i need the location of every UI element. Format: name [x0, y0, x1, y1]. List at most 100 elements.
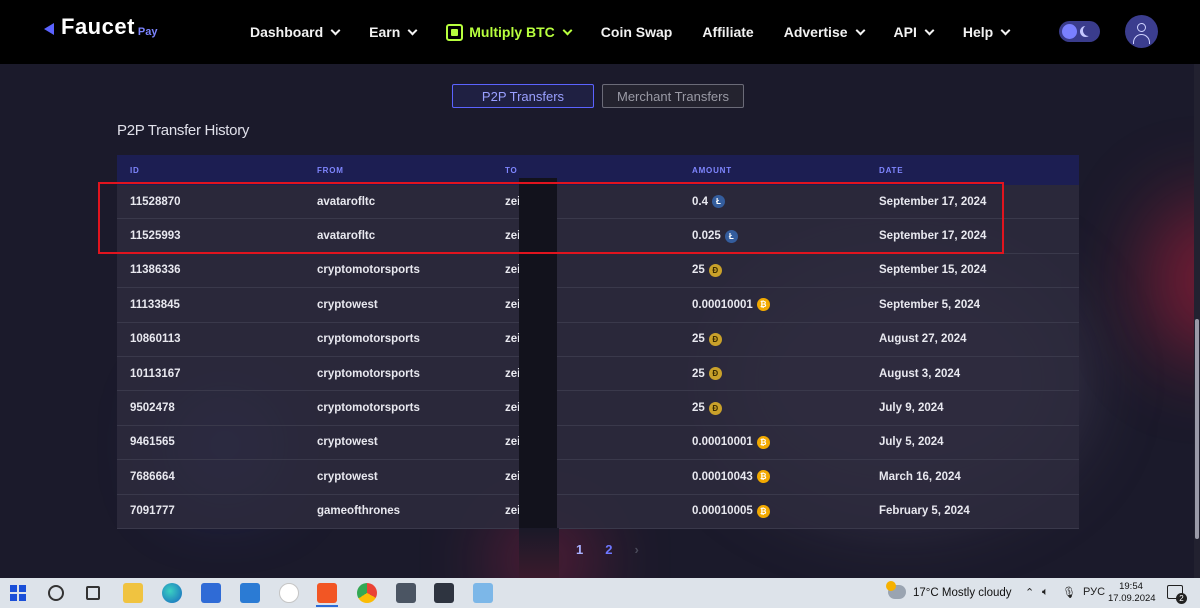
btc-coin-icon: ₿ — [756, 470, 770, 484]
col-header-to: TO — [505, 165, 518, 175]
page-1-link[interactable]: 1 — [576, 542, 583, 557]
nav-label: Multiply BTC — [469, 24, 555, 40]
mail-icon[interactable] — [240, 583, 260, 603]
cell-date: September 15, 2024 — [879, 264, 987, 277]
cell-id: 11133845 — [130, 298, 180, 311]
table-row: 11133845 cryptowest zei 0.00010001 ₿ Septembe… — [117, 288, 1079, 323]
clock-date: 17.09.2024 — [1108, 593, 1156, 604]
cell-id: 9461565 — [130, 436, 175, 449]
cell-id: 9502478 — [130, 402, 175, 415]
windows-taskbar: 17°C Mostly cloudy ⌃ 🔈︎ 🎙︎ РУС 19:54 17.… — [0, 578, 1200, 608]
cell-amount: 25 Ð — [679, 401, 866, 415]
chevron-up-icon[interactable]: ⌃ — [1025, 586, 1034, 599]
notepad-icon[interactable] — [473, 583, 493, 603]
store-icon[interactable] — [201, 583, 221, 603]
terminal-icon[interactable] — [434, 583, 454, 603]
table-row: 9502478 cryptomotorsports zei 25 Ð July 9, 20… — [117, 391, 1079, 426]
cell-date: September 17, 2024 — [879, 195, 987, 208]
nav-label: Help — [962, 24, 994, 40]
cell-id: 11386336 — [130, 264, 181, 277]
nav-item-earn[interactable]: Earn — [369, 24, 418, 40]
top-navbar: Faucet Pay Dashboard Earn Multiply BTC Coin… — [0, 0, 1200, 64]
nav-label: Earn — [369, 24, 401, 40]
user-avatar[interactable] — [1125, 15, 1158, 48]
tab-p2p-transfers[interactable]: P2P Transfers — [452, 84, 594, 108]
doge-coin-icon: Ð — [708, 332, 722, 346]
nav-item-multiply-btc[interactable]: Multiply BTC — [446, 23, 573, 41]
nav-item-advertise[interactable]: Advertise — [784, 24, 865, 40]
doge-coin-icon: Ð — [708, 263, 722, 277]
chevron-down-icon — [407, 25, 418, 35]
cell-date: August 3, 2024 — [879, 367, 961, 380]
amount-value: 0.025 — [692, 230, 721, 243]
weather-text[interactable]: 17°C Mostly cloudy — [913, 587, 1012, 599]
col-header-id: ID — [130, 165, 140, 175]
logo-mark-icon — [44, 20, 58, 38]
nav-item-help[interactable]: Help — [962, 24, 1011, 40]
task-view-icon[interactable] — [86, 586, 100, 600]
ltc-coin-icon: Ł — [724, 229, 738, 243]
cell-id: 10113167 — [130, 367, 181, 380]
table-row: 7686664 cryptowest zei 0.00010043 ₿ March 16,… — [117, 460, 1079, 495]
microphone-icon[interactable]: 🎙︎ — [1062, 586, 1076, 599]
nav-item-coin-swap[interactable]: Coin Swap — [601, 24, 673, 40]
table-body: 11528870 avatarofltc zei 0.4 Ł September 17, … — [117, 185, 1079, 529]
cell-id: 11528870 — [130, 195, 181, 208]
cell-id: 11525993 — [130, 230, 181, 243]
weather-icon[interactable] — [886, 581, 906, 599]
btc-coin-icon: ₿ — [756, 435, 770, 449]
nav-item-dashboard[interactable]: Dashboard — [250, 24, 341, 40]
cell-from: cryptowest — [317, 436, 378, 449]
cell-from: gameofthrones — [317, 505, 401, 518]
page-2-link[interactable]: 2 — [605, 542, 612, 557]
nav-label: Coin Swap — [600, 24, 673, 40]
amount-value: 25 — [692, 402, 705, 415]
windows-start-icon[interactable] — [10, 585, 26, 601]
tab-merchant-transfers[interactable]: Merchant Transfers — [602, 84, 744, 108]
amount-value: 25 — [692, 264, 705, 277]
page-scrollbar[interactable] — [1194, 64, 1200, 578]
language-indicator[interactable]: РУС — [1083, 586, 1105, 598]
cell-from: cryptowest — [317, 298, 378, 311]
theme-toggle[interactable] — [1059, 21, 1100, 42]
search-icon[interactable] — [48, 585, 64, 601]
table-row: 10860113 cryptomotorsports zei 25 Ð August 27… — [117, 322, 1079, 357]
redaction-bar-bottom — [519, 528, 559, 578]
cell-date: September 5, 2024 — [879, 298, 981, 311]
col-header-date: DATE — [879, 165, 904, 175]
yandex-browser-icon[interactable] — [279, 583, 299, 603]
scroll-thumb[interactable] — [1195, 319, 1199, 539]
calculator-icon[interactable] — [396, 583, 416, 603]
amount-value: 0.00010001 — [692, 436, 753, 449]
nav-item-api[interactable]: API — [893, 24, 935, 40]
amount-value: 0.00010043 — [692, 470, 753, 483]
volume-icon[interactable]: 🔈︎ — [1042, 586, 1049, 599]
faucetpay-logo[interactable]: Faucet Pay — [44, 16, 158, 38]
clock-time: 19:54 — [1119, 581, 1143, 592]
cell-from: cryptomotorsports — [317, 367, 420, 380]
cell-id: 10860113 — [130, 333, 181, 346]
nav-label: API — [893, 24, 917, 40]
chrome-icon[interactable] — [357, 583, 377, 603]
cell-amount: 25 Ð — [679, 332, 866, 346]
moon-icon — [1083, 25, 1094, 36]
active-app-indicator — [316, 605, 338, 607]
user-icon — [1137, 23, 1146, 32]
cell-date: July 9, 2024 — [879, 402, 944, 415]
cell-amount: 25 Ð — [679, 263, 866, 277]
amount-value: 25 — [692, 367, 705, 380]
btc-coin-icon: ₿ — [756, 504, 770, 518]
cell-id: 7686664 — [130, 470, 175, 483]
btc-coin-icon: ₿ — [756, 298, 770, 312]
amount-value: 0.00010005 — [692, 505, 753, 518]
nav-item-affiliate[interactable]: Affiliate — [702, 24, 753, 40]
amount-value: 0.4 — [692, 195, 708, 208]
file-explorer-icon[interactable] — [123, 583, 143, 603]
cell-amount: 0.4 Ł — [679, 195, 866, 209]
next-page-link[interactable]: › — [634, 542, 638, 557]
edge-icon[interactable] — [162, 583, 182, 603]
taskbar-clock[interactable]: 19:54 17.09.2024 — [1108, 581, 1156, 605]
table-row: 9461565 cryptowest zei 0.00010001 ₿ July 5, 2… — [117, 425, 1079, 461]
brave-browser-icon[interactable] — [317, 583, 337, 603]
nav-label: Affiliate — [702, 24, 754, 40]
